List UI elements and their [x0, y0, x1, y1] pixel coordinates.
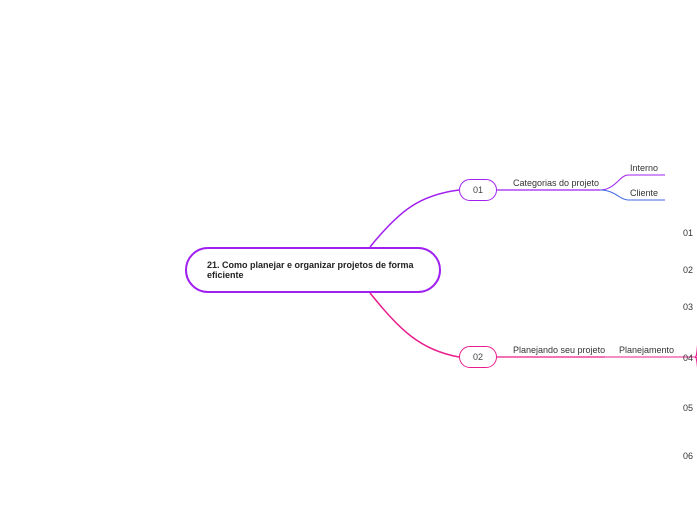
sub-item-02[interactable]: 02: [683, 265, 693, 275]
sub-item-03[interactable]: 03: [683, 302, 693, 312]
sub-item-01[interactable]: 01: [683, 228, 693, 238]
branch-02-label[interactable]: Planejando seu projeto: [513, 345, 605, 355]
sub-item-05[interactable]: 05: [683, 403, 693, 413]
sub-item-04[interactable]: 04: [683, 353, 693, 363]
branch-02-num: 02: [473, 352, 483, 362]
branch-02-sub-label[interactable]: Planejamento: [619, 345, 674, 355]
central-title: 21. Como planejar e organizar projetos d…: [207, 260, 419, 280]
central-node[interactable]: 21. Como planejar e organizar projetos d…: [185, 247, 441, 293]
branch-01-label[interactable]: Categorias do projeto: [513, 178, 599, 188]
branch-01-child-interno[interactable]: Interno: [630, 163, 658, 173]
branch-01-node[interactable]: 01: [459, 179, 497, 201]
branch-01-child-cliente[interactable]: Cliente: [630, 188, 658, 198]
branch-02-node[interactable]: 02: [459, 346, 497, 368]
branch-01-num: 01: [473, 185, 483, 195]
sub-item-06[interactable]: 06: [683, 451, 693, 461]
